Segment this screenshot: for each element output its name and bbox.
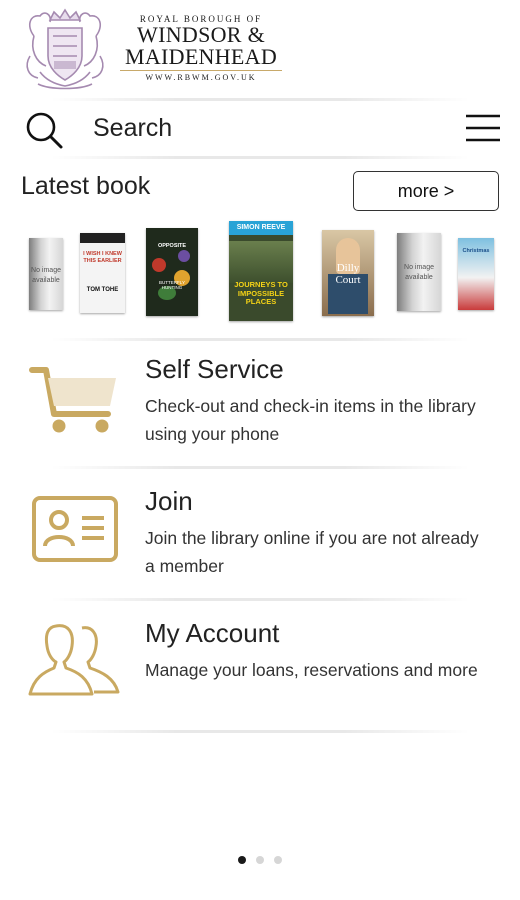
menu-item-description: Join the library online if you are not a… (145, 528, 479, 576)
book-title: I WISH I KNEW THIS EARLIER (83, 251, 122, 264)
book-cover[interactable]: OPPOSITE BUTTERFLY HUNTING (146, 228, 198, 316)
menu-item-self-service[interactable]: Self Service Check-out and check-in item… (0, 344, 520, 464)
book-cover[interactable]: I WISH I KNEW THIS EARLIER TOM TOHE (80, 233, 125, 313)
book-cover[interactable]: No image available (29, 238, 63, 310)
divider (50, 98, 470, 101)
menu-item-title: My Account (145, 618, 280, 648)
no-image-text: No image available (404, 264, 434, 281)
search-input[interactable]: Search (93, 114, 172, 143)
book-cover[interactable]: SIMON REEVE JOURNEYS TO IMPOSSIBLE PLACE… (229, 221, 293, 321)
menu-item-join[interactable]: Join Join the library online if you are … (0, 476, 520, 596)
section-title-latest-book: Latest book (21, 172, 151, 200)
search-bar[interactable]: Search (0, 104, 520, 154)
page-dot[interactable] (256, 856, 264, 864)
council-logo: ROYAL BOROUGH OF WINDSOR & MAIDENHEAD WW… (20, 6, 290, 92)
book-cover[interactable]: Christmas (458, 238, 494, 310)
book-author: Dilly Court (335, 262, 361, 286)
menu-item-title: Join (145, 486, 193, 516)
page-indicator (0, 851, 520, 869)
no-image-text: No image available (31, 267, 61, 284)
page-dot-active[interactable] (238, 856, 246, 864)
menu-item-description: Manage your loans, reservations and more (145, 660, 478, 680)
menu-item-my-account[interactable]: My Account Manage your loans, reservatio… (0, 608, 520, 728)
book-title: OPPOSITE (157, 243, 187, 249)
divider (50, 598, 470, 601)
logo-rule (120, 70, 282, 71)
book-cover[interactable]: No image available (397, 233, 441, 311)
menu-item-description: Check-out and check-in items in the libr… (145, 396, 476, 444)
book-subtitle: BUTTERFLY HUNTING (159, 280, 185, 290)
divider (50, 338, 470, 341)
menu-item-title: Self Service (145, 354, 284, 384)
divider (50, 730, 470, 733)
crest-icon (26, 8, 104, 90)
divider (50, 156, 470, 159)
book-title: Christmas (462, 248, 490, 254)
logo-url: WWW.RBWM.GOV.UK (145, 73, 257, 82)
book-title: JOURNEYS TO IMPOSSIBLE PLACES (234, 280, 288, 306)
book-carousel[interactable]: No image available I WISH I KNEW THIS EA… (0, 218, 520, 328)
more-button[interactable]: more > (353, 171, 499, 211)
search-icon[interactable] (24, 110, 64, 150)
book-author: TOM TOHE (86, 287, 119, 293)
users-icon (28, 624, 120, 696)
logo-line2: WINDSOR & (137, 22, 265, 47)
book-author: SIMON REEVE (236, 224, 286, 231)
divider (50, 466, 470, 469)
hamburger-menu-icon[interactable] (466, 114, 500, 142)
logo-line3: MAIDENHEAD (124, 44, 278, 69)
book-cover[interactable]: Dilly Court (322, 230, 374, 316)
id-card-icon (32, 496, 118, 562)
page-dot[interactable] (274, 856, 282, 864)
cart-icon (29, 367, 116, 433)
